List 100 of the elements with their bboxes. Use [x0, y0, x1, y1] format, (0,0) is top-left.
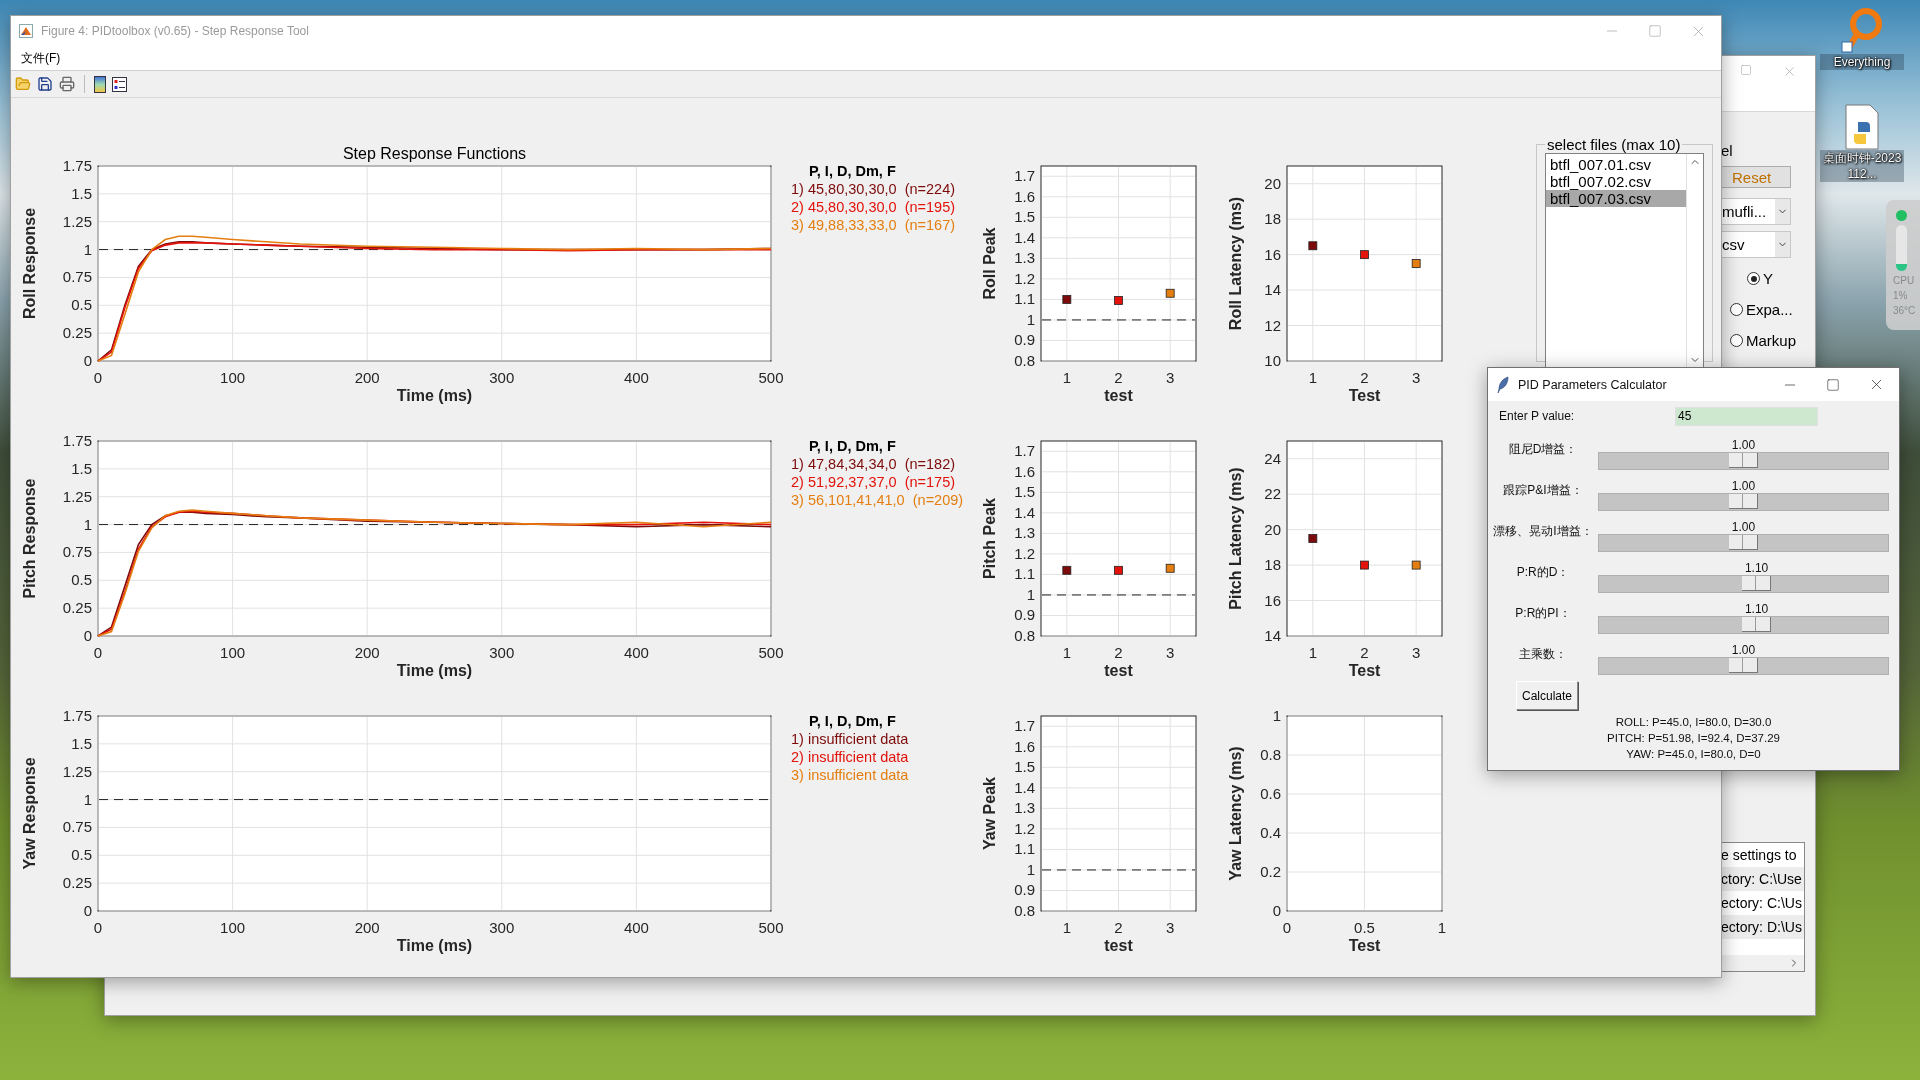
- axis-tick-label: 1.2: [1014, 269, 1035, 287]
- result-text: ROLL: P=45.0, I=80.0, D=30.0: [1615, 715, 1772, 730]
- axis-tick-label: 3: [1412, 369, 1421, 386]
- y-axis-label: Roll Peak: [981, 227, 998, 300]
- axis-tick-label: 1.2: [1014, 819, 1035, 837]
- axis-tick-label: 400: [623, 369, 649, 386]
- axis-tick-label: 20: [1264, 520, 1281, 538]
- axis-tick-label: 0: [1272, 902, 1281, 919]
- x-axis-label: Time (ms): [396, 937, 473, 954]
- legend-entry: 2) 51,92,37,37,0 (n=175): [791, 473, 957, 491]
- x-axis-label: Time (ms): [396, 662, 473, 679]
- axis-tick-label: 1.6: [1014, 187, 1035, 205]
- x-axis-label: test: [1104, 387, 1133, 404]
- axis-tick-label: 0.8: [1014, 627, 1035, 644]
- legend-title: P, I, D, Dm, F: [808, 162, 897, 180]
- axis-tick-label: 1.5: [1014, 208, 1035, 226]
- axis-tick-label: 2: [1360, 644, 1369, 661]
- x-axis-label: Test: [1348, 937, 1381, 954]
- cpu-usage: 1%: [1893, 290, 1908, 301]
- slider-value: 1.00: [1731, 438, 1756, 452]
- axis-tick-label: 1.25: [62, 212, 92, 230]
- axis-tick-label: 100: [220, 644, 246, 661]
- y-axis-label: Pitch Peak: [981, 498, 998, 579]
- axis-tick-label: 1.1: [1014, 290, 1035, 308]
- axis-tick-label: 1.1: [1014, 565, 1035, 583]
- axis-tick-label: 1: [1026, 310, 1035, 328]
- radio-label: Y: [1763, 270, 1773, 287]
- panel-title: el: [1721, 142, 1734, 160]
- axis-tick-label: 300: [489, 369, 515, 386]
- axis-tick-label: 0.5: [71, 846, 92, 864]
- window-title: PID Parameters Calculator: [1518, 377, 1668, 392]
- axis-tick-label: 500: [758, 369, 784, 386]
- axis-tick-label: 400: [623, 644, 649, 661]
- axis-tick-label: 16: [1264, 591, 1281, 609]
- axis-tick-label: 14: [1264, 281, 1281, 299]
- field-label: Enter P value:: [1499, 409, 1576, 423]
- legend-entry: 3) 49,88,33,33,0 (n=167): [791, 216, 957, 234]
- axis-tick-label: 1.7: [1014, 442, 1035, 460]
- axis-tick-label: 0.9: [1014, 881, 1035, 899]
- y-axis-label: Pitch Response: [21, 478, 38, 599]
- axis-tick-label: 0.9: [1014, 331, 1035, 349]
- axis-tick-label: 0.8: [1260, 746, 1281, 763]
- axis-tick-label: 18: [1264, 556, 1281, 574]
- axis-tick-label: 1.2: [1014, 544, 1035, 562]
- axis-tick-label: 20: [1264, 174, 1281, 192]
- axis-tick-label: 0.8: [1014, 352, 1035, 369]
- axis-tick-label: 1.25: [62, 762, 92, 780]
- axis-tick-label: 0.5: [71, 571, 92, 589]
- axis-tick-label: 1.3: [1014, 524, 1035, 542]
- axis-tick-label: 10: [1264, 352, 1281, 369]
- slider-label: P:R的PI：: [1514, 605, 1572, 622]
- axis-tick-label: 1.3: [1014, 249, 1035, 267]
- axis-tick-label: 3: [1412, 644, 1421, 661]
- axis-tick-label: 1: [1062, 644, 1071, 661]
- slider-value: 1.00: [1731, 643, 1756, 657]
- axis-tick-label: 0.25: [62, 324, 92, 342]
- axis-tick-label: 1.75: [62, 157, 92, 174]
- axis-tick-label: 0.25: [62, 874, 92, 892]
- axis-tick-label: 3: [1166, 919, 1175, 936]
- y-axis-label: Yaw Response: [21, 757, 38, 870]
- axis-tick-label: 500: [758, 919, 784, 936]
- temperature-reading: 36°C: [1893, 305, 1916, 316]
- x-axis-label: Test: [1348, 662, 1381, 679]
- axis-tick-label: 400: [623, 919, 649, 936]
- axis-tick-label: 200: [354, 369, 380, 386]
- legend-entry: 2) insufficient data: [791, 748, 910, 766]
- slider-value: 1.00: [1731, 520, 1756, 534]
- axis-tick-label: 1.75: [62, 707, 92, 724]
- axis-tick-label: 1: [1437, 919, 1447, 936]
- axis-tick-label: 0.75: [62, 818, 92, 836]
- axis-tick-label: 0.5: [71, 296, 92, 314]
- legend-title: P, I, D, Dm, F: [808, 712, 897, 730]
- y-axis-label: Pitch Latency (ms): [1227, 467, 1244, 610]
- legend-entry: 1) insufficient data: [791, 730, 910, 748]
- window-title: Figure 4: PIDtoolbox (v0.65) - Step Response Tool: [41, 24, 310, 38]
- x-axis-label: test: [1104, 937, 1133, 954]
- axis-tick-label: 0: [93, 919, 103, 936]
- axis-tick-label: 1.5: [71, 459, 92, 477]
- legend-entry: 3) insufficient data: [791, 766, 910, 784]
- axis-tick-label: 0.8: [1014, 902, 1035, 919]
- slider-label: 跟踪P&I增益：: [1502, 482, 1584, 499]
- axis-tick-label: 1.7: [1014, 167, 1035, 185]
- axis-tick-label: 1.1: [1014, 840, 1035, 858]
- axis-tick-label: 0: [83, 627, 92, 644]
- axis-tick-label: 1: [1308, 644, 1317, 661]
- legend-title: P, I, D, Dm, F: [808, 437, 897, 455]
- axis-tick-label: 22: [1264, 485, 1281, 503]
- axis-tick-label: 1.4: [1014, 503, 1035, 521]
- y-axis-label: Roll Latency (ms): [1227, 196, 1244, 331]
- axis-tick-label: 0.25: [62, 599, 92, 617]
- axis-tick-label: 0.2: [1260, 863, 1281, 880]
- axis-tick-label: 1.6: [1014, 737, 1035, 755]
- axis-tick-label: 1.4: [1014, 778, 1035, 796]
- axis-tick-label: 0: [1282, 919, 1292, 936]
- slider-label: 主乘数：: [1518, 646, 1568, 663]
- axis-tick-label: 2: [1114, 369, 1123, 386]
- slider-value: 1.10: [1744, 602, 1769, 616]
- axis-tick-label: 1: [1308, 369, 1317, 386]
- slider-label: 阻尼D增益：: [1507, 441, 1579, 458]
- axis-tick-label: 100: [220, 919, 246, 936]
